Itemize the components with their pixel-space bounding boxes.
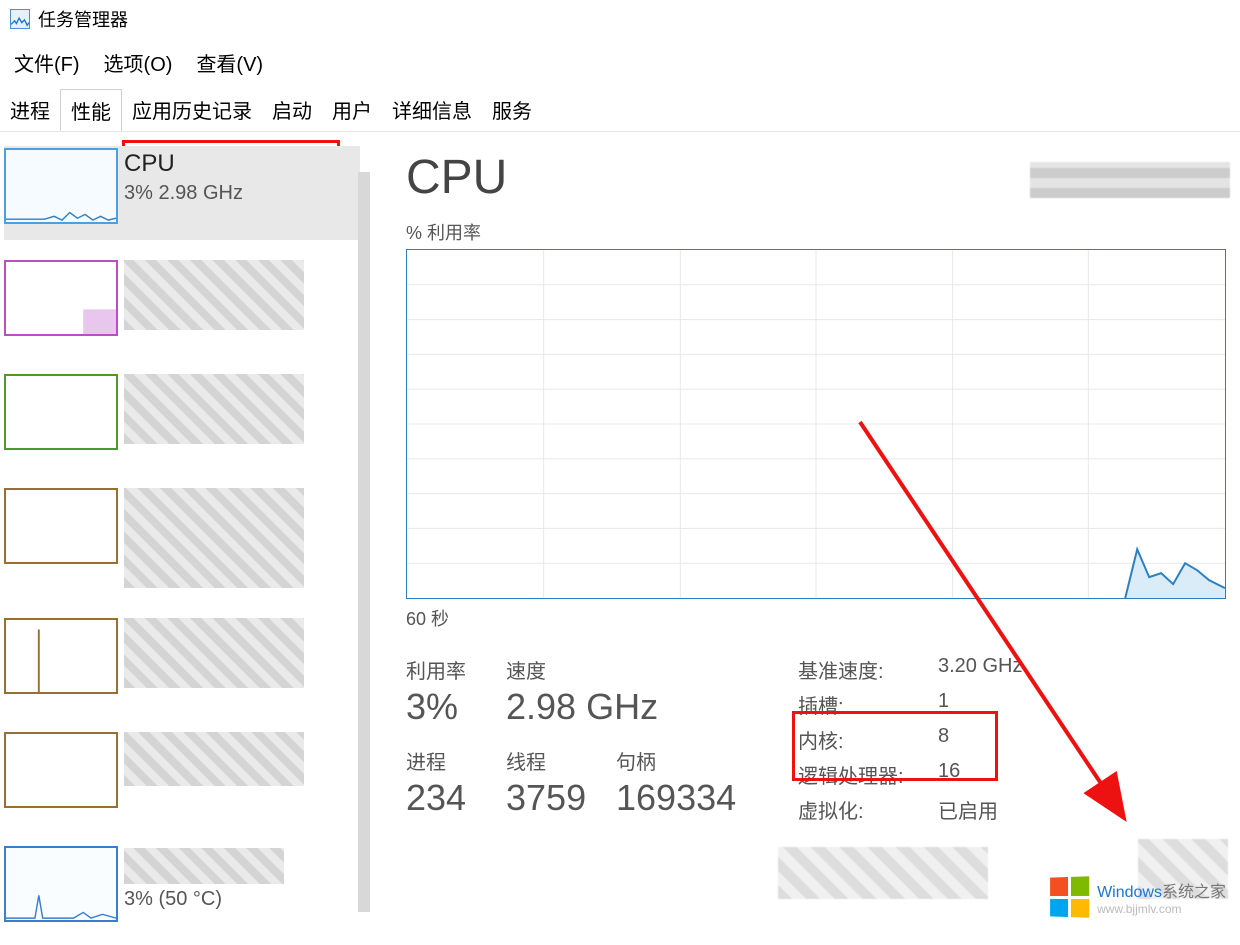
watermark-url: www.bjjmlv.com (1097, 902, 1226, 916)
chart-x-label: 60 秒 (406, 605, 1230, 631)
sidebar-item-gpu[interactable]: 3% (50 °C) (4, 846, 360, 940)
tab-details[interactable]: 详细信息 (382, 89, 482, 131)
stat-handles-label: 句柄 (616, 746, 766, 775)
spec-virtualization-value: 已启用 (938, 795, 1058, 824)
tab-app-history[interactable]: 应用历史记录 (122, 89, 262, 131)
cpu-usage-chart (406, 249, 1226, 599)
sidebar-item-ethernet[interactable] (4, 732, 360, 826)
disk0-thumb-chart (4, 374, 118, 450)
cpu-thumb-chart (4, 148, 118, 224)
spec-virtualization-label: 虚拟化: (798, 795, 938, 824)
windows-logo-icon (1050, 876, 1089, 917)
sidebar-item-disk2[interactable] (4, 618, 360, 712)
spec-logical-value: 16 (938, 760, 1058, 789)
sidebar-gpu-sub: 3% (50 °C) (124, 888, 284, 911)
disk1-thumb-chart (4, 488, 118, 564)
watermark: Windows系统之家 www.bjjmlv.com (1049, 877, 1226, 917)
stat-handles-value: 169334 (616, 777, 766, 819)
watermark-brand-blue: Windows (1097, 884, 1162, 901)
menu-bar: 文件(F) 选项(O) 查看(V) (0, 38, 1240, 89)
title-bar: 任务管理器 (0, 0, 1240, 38)
main-title: CPU (406, 150, 507, 205)
menu-options[interactable]: 选项(O) (104, 48, 173, 77)
tab-strip: 进程 性能 应用历史记录 启动 用户 详细信息 服务 (0, 89, 1240, 132)
spec-base-speed-label: 基准速度: (798, 655, 938, 684)
ethernet-thumb-chart (4, 732, 118, 808)
tab-services[interactable]: 服务 (482, 89, 542, 131)
spec-sockets-label: 插槽: (798, 690, 938, 719)
sidebar-cpu-sub: 3% 2.98 GHz (124, 182, 243, 205)
tab-startup[interactable]: 启动 (262, 89, 322, 131)
watermark-brand-gray: 系统之家 (1162, 884, 1226, 901)
sidebar-item-cpu[interactable]: CPU 3% 2.98 GHz (4, 146, 360, 240)
tab-performance[interactable]: 性能 (60, 89, 122, 131)
stat-utilization-value: 3% (406, 686, 506, 728)
sidebar-disk2-pixelated (124, 618, 304, 688)
sidebar-disk0-pixelated (124, 374, 304, 444)
stat-threads-label: 线程 (506, 746, 616, 775)
chart-y-label: % 利用率 (406, 219, 481, 245)
stat-processes-value: 234 (406, 777, 506, 819)
app-title: 任务管理器 (38, 6, 128, 32)
sidebar-item-disk1[interactable] (4, 488, 360, 598)
sidebar-ethernet-pixelated (124, 732, 304, 786)
app-icon (10, 9, 30, 29)
stat-threads-value: 3759 (506, 777, 616, 819)
sidebar: CPU 3% 2.98 GHz (0, 132, 370, 945)
sidebar-memory-pixelated (124, 260, 304, 330)
spec-logical-label: 逻辑处理器: (798, 760, 938, 789)
spec-cores-label: 内核: (798, 725, 938, 754)
spec-cores-value: 8 (938, 725, 1058, 754)
bottom-pixelated-1 (778, 847, 988, 899)
disk2-thumb-chart (4, 618, 118, 694)
cpu-spec-list: 基准速度: 3.20 GHz 插槽: 1 内核: 8 逻辑处理器: 16 虚拟化… (798, 655, 1058, 824)
memory-thumb-chart (4, 260, 118, 336)
spec-base-speed-value: 3.20 GHz (938, 655, 1058, 684)
stat-speed-label: 速度 (506, 655, 666, 684)
menu-view[interactable]: 查看(V) (196, 48, 263, 77)
gpu-thumb-chart (4, 846, 118, 922)
sidebar-item-memory[interactable] (4, 260, 360, 354)
sidebar-disk1-pixelated (124, 488, 304, 588)
tab-processes[interactable]: 进程 (0, 89, 60, 131)
menu-file[interactable]: 文件(F) (14, 48, 80, 77)
cpu-model-pixelated (1030, 162, 1230, 198)
main-panel: CPU % 利用率 (370, 132, 1240, 945)
stat-speed-value: 2.98 GHz (506, 686, 666, 728)
tab-users[interactable]: 用户 (322, 89, 382, 131)
stat-utilization-label: 利用率 (406, 655, 506, 684)
sidebar-gpu-pixelated (124, 848, 284, 884)
spec-sockets-value: 1 (938, 690, 1058, 719)
sidebar-scrollbar[interactable] (358, 172, 370, 912)
sidebar-item-disk0[interactable] (4, 374, 360, 468)
stat-processes-label: 进程 (406, 746, 506, 775)
sidebar-cpu-title: CPU (124, 150, 243, 178)
